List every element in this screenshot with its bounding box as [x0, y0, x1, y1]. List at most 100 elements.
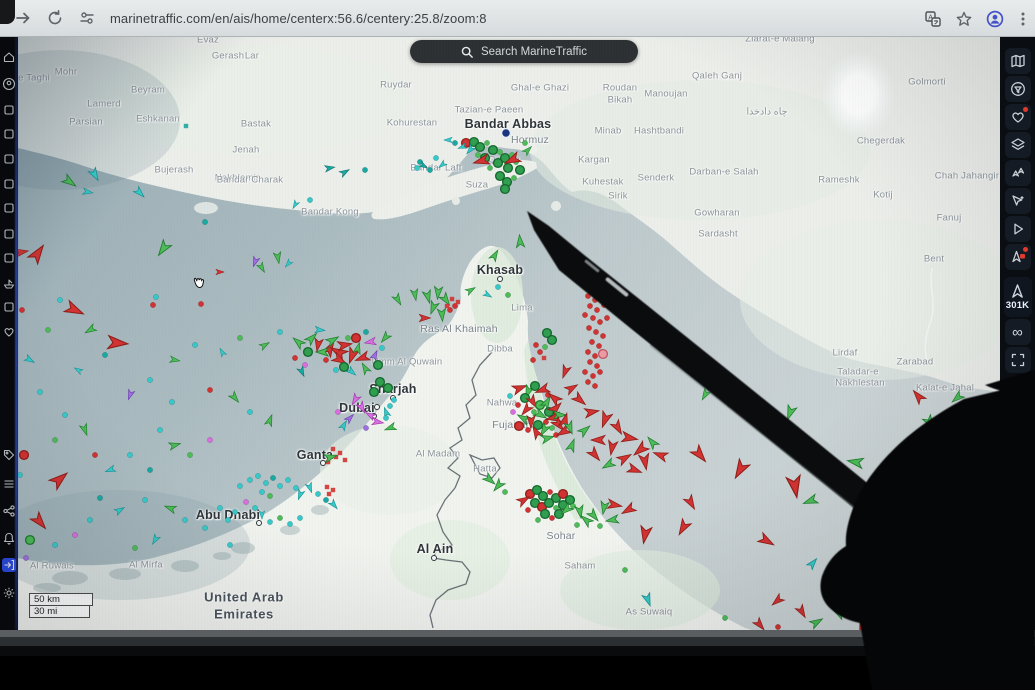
vessel-marker[interactable]: [331, 488, 335, 492]
fullscreen-button[interactable]: [1005, 347, 1031, 373]
vessel-marker[interactable]: [267, 493, 272, 498]
vessel-marker[interactable]: [363, 425, 368, 430]
vessel-marker[interactable]: [327, 492, 331, 496]
vessel-marker[interactable]: [216, 269, 224, 275]
vessel-marker[interactable]: [376, 378, 385, 387]
vessel-marker[interactable]: [364, 337, 376, 346]
vessel-marker[interactable]: [97, 495, 102, 500]
vessel-marker[interactable]: [265, 413, 276, 426]
vessel-marker[interactable]: [622, 432, 639, 445]
vessel-marker[interactable]: [545, 499, 554, 508]
vessel-marker[interactable]: [574, 522, 579, 527]
vessel-marker[interactable]: [247, 409, 252, 414]
vessel-marker[interactable]: [598, 411, 613, 429]
menu-pointer-icon[interactable]: [2, 152, 16, 166]
vessel-marker[interactable]: [227, 542, 232, 547]
vessel-marker[interactable]: [285, 477, 290, 482]
vessel-marker[interactable]: [855, 620, 868, 630]
vessel-marker[interactable]: [601, 302, 606, 307]
vessel-marker[interactable]: [307, 197, 312, 202]
menu-account-icon[interactable]: [2, 77, 16, 91]
vessel-marker[interactable]: [497, 149, 502, 154]
vessel-marker[interactable]: [722, 615, 727, 620]
menu-home-icon[interactable]: [2, 50, 16, 64]
vessel-marker[interactable]: [114, 505, 126, 515]
vessel-marker[interactable]: [590, 315, 595, 320]
vessel-marker[interactable]: [572, 392, 589, 408]
vessel-marker[interactable]: [699, 388, 711, 401]
vessel-marker[interactable]: [345, 335, 350, 340]
vessel-marker[interactable]: [578, 423, 593, 437]
vessel-marker[interactable]: [340, 363, 349, 372]
vessel-marker[interactable]: [339, 419, 349, 431]
vessel-marker[interactable]: [18, 247, 29, 257]
layers-button[interactable]: [1005, 132, 1031, 158]
vessel-marker[interactable]: [257, 262, 267, 274]
bookmark-star-icon[interactable]: [955, 10, 973, 28]
vessel-marker[interactable]: [452, 140, 457, 145]
vessel-marker[interactable]: [304, 348, 313, 357]
vessel-marker[interactable]: [392, 293, 404, 306]
vessel-marker[interactable]: [343, 458, 347, 462]
vessel-marker[interactable]: [169, 440, 182, 450]
vessel-marker[interactable]: [433, 155, 438, 160]
vessel-marker[interactable]: [753, 618, 767, 630]
vessel-marker[interactable]: [870, 602, 884, 611]
vessel-marker[interactable]: [170, 356, 181, 364]
vessel-marker[interactable]: [62, 174, 79, 190]
vessel-marker[interactable]: [333, 367, 338, 372]
menu-layers-icon[interactable]: [2, 477, 16, 491]
vessel-marker[interactable]: [727, 402, 732, 407]
vessel-marker[interactable]: [277, 515, 282, 520]
filters-button[interactable]: [1005, 76, 1031, 102]
menu-vessel-icon[interactable]: [2, 276, 16, 290]
site-info-icon[interactable]: [78, 9, 96, 27]
vessel-marker[interactable]: [730, 459, 749, 481]
vessel-marker[interactable]: [594, 363, 599, 368]
menu-login-icon[interactable]: [2, 558, 16, 572]
vessel-marker[interactable]: [530, 357, 535, 362]
vessel-marker[interactable]: [315, 491, 320, 496]
vessel-marker[interactable]: [611, 420, 626, 437]
vessel-marker[interactable]: [547, 489, 552, 494]
vessel-marker[interactable]: [383, 415, 388, 420]
vessel-marker[interactable]: [259, 489, 264, 494]
vessel-marker[interactable]: [37, 389, 42, 394]
playback-button[interactable]: [1005, 216, 1031, 242]
vessel-marker[interactable]: [515, 402, 520, 407]
vessel-marker[interactable]: [338, 451, 342, 455]
vessel-marker[interactable]: [293, 485, 298, 490]
vessel-marker[interactable]: [207, 387, 212, 392]
vessel-marker[interactable]: [606, 440, 617, 455]
menu-bell-icon[interactable]: [2, 531, 16, 545]
vessel-marker[interactable]: [444, 137, 452, 143]
vessel-marker[interactable]: [592, 297, 597, 302]
vessel-marker[interactable]: [374, 361, 383, 370]
map-style-button[interactable]: [1005, 48, 1031, 74]
vessel-marker[interactable]: [150, 302, 155, 307]
vessel-marker[interactable]: [23, 555, 28, 560]
vessel-marker[interactable]: [902, 468, 922, 486]
menu-ruler-icon[interactable]: [2, 300, 16, 314]
vessel-marker[interactable]: [30, 512, 49, 532]
follow-vessel-button[interactable]: [1005, 244, 1031, 270]
vessel-marker[interactable]: [617, 451, 634, 466]
vessel-marker[interactable]: [542, 356, 546, 360]
vessel-marker[interactable]: [925, 435, 941, 452]
vessel-marker[interactable]: [590, 373, 595, 378]
vessel-marker[interactable]: [963, 426, 972, 438]
vessel-marker[interactable]: [522, 144, 533, 155]
vessel-marker[interactable]: [510, 409, 515, 414]
vessel-marker[interactable]: [150, 534, 160, 546]
vessel-marker[interactable]: [501, 185, 510, 194]
vessel-marker[interactable]: [502, 489, 507, 494]
vessel-marker[interactable]: [26, 536, 35, 545]
search-bar[interactable]: Search MarineTraffic: [410, 40, 638, 63]
vessel-marker[interactable]: [847, 456, 864, 469]
vessel-marker[interactable]: [487, 165, 492, 170]
menu-route-icon[interactable]: [2, 127, 16, 141]
vessel-marker[interactable]: [591, 435, 605, 444]
vessel-marker[interactable]: [537, 349, 542, 354]
vessel-marker[interactable]: [255, 473, 260, 478]
vessel-marker[interactable]: [315, 326, 325, 333]
